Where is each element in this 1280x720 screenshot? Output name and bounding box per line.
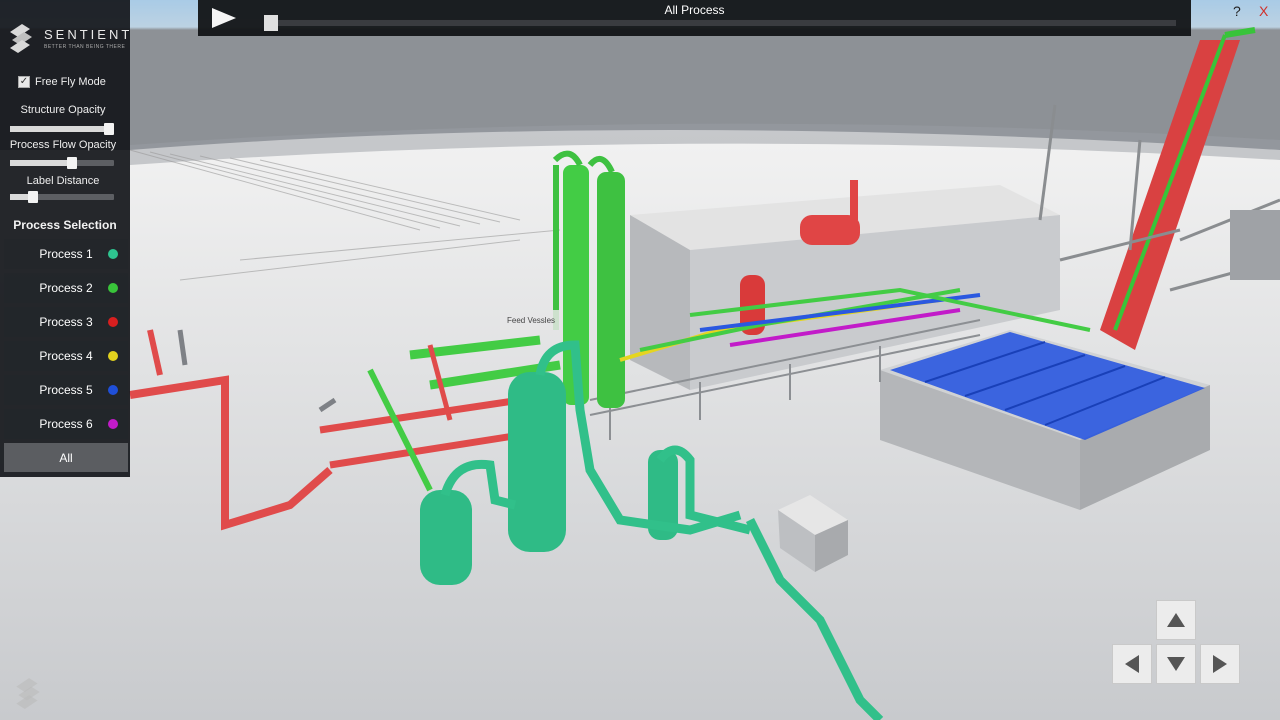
process-5-button[interactable]: Process 5 bbox=[4, 375, 128, 405]
process-label: Process 2 bbox=[39, 281, 93, 295]
all-processes-button[interactable]: All bbox=[4, 443, 128, 472]
sentient-logo-icon bbox=[10, 24, 32, 53]
process-3-button[interactable]: Process 3 bbox=[4, 307, 128, 337]
playback-track[interactable] bbox=[266, 20, 1176, 26]
slider-handle[interactable] bbox=[27, 191, 38, 203]
structure-opacity-slider[interactable] bbox=[10, 123, 114, 135]
process-title: All Process bbox=[664, 3, 725, 17]
control-panel: SENTIENT BETTER THAN BEING THERE ✓ Free … bbox=[0, 0, 130, 477]
down-arrow-icon bbox=[1167, 657, 1185, 671]
process-4-button[interactable]: Process 4 bbox=[4, 341, 128, 371]
label-distance-label: Label Distance bbox=[26, 175, 100, 187]
process-color-dot bbox=[108, 351, 118, 361]
structure-opacity-label: Structure Opacity bbox=[20, 104, 106, 116]
process-6-button[interactable]: Process 6 bbox=[4, 409, 128, 439]
right-arrow-icon bbox=[1213, 655, 1227, 673]
process-color-dot bbox=[108, 385, 118, 395]
process-label: Process 1 bbox=[39, 247, 93, 261]
process-label: Process 6 bbox=[39, 417, 93, 431]
help-button[interactable]: ? bbox=[1233, 3, 1241, 19]
close-button[interactable]: X bbox=[1259, 3, 1268, 19]
watermark-logo-icon bbox=[16, 678, 40, 709]
slider-handle[interactable] bbox=[104, 123, 114, 135]
feed-vessels-label[interactable]: Feed Vessles bbox=[500, 310, 562, 330]
nav-down-button[interactable] bbox=[1156, 644, 1196, 684]
process-2-button[interactable]: Process 2 bbox=[4, 273, 128, 303]
free-fly-toggle[interactable]: ✓ Free Fly Mode bbox=[18, 76, 106, 88]
playback-bar: All Process bbox=[198, 0, 1191, 36]
nav-left-button[interactable] bbox=[1112, 644, 1152, 684]
brand-tagline: BETTER THAN BEING THERE bbox=[44, 44, 126, 50]
process-selection-title: Process Selection bbox=[13, 218, 117, 232]
slider-handle[interactable] bbox=[67, 157, 78, 169]
left-arrow-icon bbox=[1125, 655, 1139, 673]
sentient-logo: SENTIENT BETTER THAN BEING THERE bbox=[8, 22, 129, 58]
brand-name: SENTIENT bbox=[44, 27, 133, 42]
process-color-dot bbox=[108, 283, 118, 293]
process-color-dot bbox=[108, 317, 118, 327]
label-distance-slider[interactable] bbox=[10, 191, 114, 203]
process-label: Process 4 bbox=[39, 349, 93, 363]
process-color-dot bbox=[108, 249, 118, 259]
3d-viewport[interactable] bbox=[0, 0, 1280, 720]
slider-fill bbox=[10, 160, 73, 166]
process-flow-opacity-slider[interactable] bbox=[10, 157, 114, 169]
slider-fill bbox=[10, 126, 114, 132]
free-fly-label: Free Fly Mode bbox=[35, 76, 106, 88]
up-arrow-icon bbox=[1167, 613, 1185, 627]
free-fly-checkbox[interactable]: ✓ bbox=[18, 76, 30, 88]
nav-right-button[interactable] bbox=[1200, 644, 1240, 684]
playback-thumb[interactable] bbox=[264, 15, 278, 31]
process-label: Process 3 bbox=[39, 315, 93, 329]
process-1-button[interactable]: Process 1 bbox=[4, 239, 128, 269]
nav-up-button[interactable] bbox=[1156, 600, 1196, 640]
process-flow-opacity-label: Process Flow Opacity bbox=[9, 139, 117, 151]
process-color-dot bbox=[108, 419, 118, 429]
process-label: Process 5 bbox=[39, 383, 93, 397]
